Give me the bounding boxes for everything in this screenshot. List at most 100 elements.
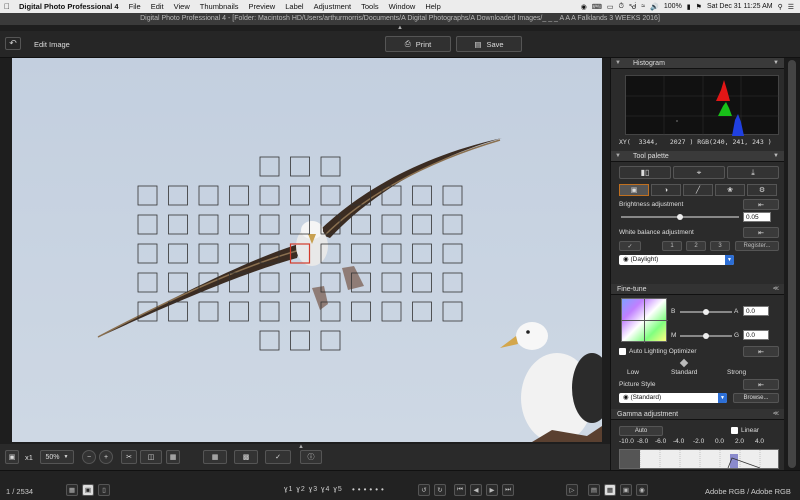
wb-preset-3[interactable]: 3 [710, 241, 730, 251]
picture-style-select[interactable]: ◉ (Standard) ▼ [619, 393, 727, 403]
brightness-slider-thumb[interactable] [677, 214, 683, 220]
color-label-dots[interactable]: •••••• [352, 485, 387, 494]
camera-button[interactable]: ◉ [636, 484, 648, 496]
palette-layout-1-button[interactable]: ▤ [588, 484, 600, 496]
battery-percent[interactable]: 100% [664, 3, 682, 10]
battery-icon[interactable]: ▮ [687, 3, 691, 11]
spotlight-icon[interactable]: ⚲ [778, 3, 783, 11]
alo-reset-button[interactable]: ⇤ [743, 346, 779, 357]
menu-adjustment[interactable]: Adjustment [309, 2, 357, 11]
print-button[interactable]: ⎙ Print [385, 36, 451, 52]
first-image-button[interactable]: ⏮ [454, 484, 466, 496]
zoom-out-button[interactable]: − [82, 450, 96, 464]
white-balance-select[interactable]: ◉ (Daylight) ▼ [619, 255, 734, 265]
fine-tune-header[interactable]: Fine-tune ≪ [611, 284, 785, 295]
time-machine-icon[interactable]: ⏱ [619, 3, 624, 11]
picture-style-reset-button[interactable]: ⇤ [743, 379, 779, 390]
a-value[interactable]: 0.0 [743, 306, 769, 316]
gamma-graph[interactable] [619, 449, 779, 469]
grid-overlay-button[interactable]: ▦ [203, 450, 227, 464]
eyedropper-button[interactable]: ✓ [619, 241, 641, 251]
menu-thumbnails[interactable]: Thumbnails [195, 2, 244, 11]
mg-slider-thumb[interactable] [703, 333, 709, 339]
ba-slider-thumb[interactable] [703, 309, 709, 315]
white-balance-reset-button[interactable]: ⇤ [743, 227, 779, 238]
back-button[interactable]: ↶ [5, 37, 21, 50]
menu-preview[interactable]: Preview [244, 2, 281, 11]
crop-tool-button[interactable]: ✂ [121, 450, 137, 464]
zoom-in-button[interactable]: + [99, 450, 113, 464]
notification-center-icon[interactable]: ☰ [788, 3, 794, 11]
wb-preset-2[interactable]: 2 [686, 241, 706, 251]
bluetooth-icon[interactable]: ᖂ [629, 3, 636, 11]
menu-app-name[interactable]: Digital Photo Professional 4 [14, 2, 124, 11]
menu-file[interactable]: File [124, 2, 146, 11]
menu-window[interactable]: Window [384, 2, 421, 11]
zoom-x1-button[interactable]: x1 [25, 453, 33, 462]
export-tab[interactable]: ⤓ [727, 166, 779, 179]
next-image-button[interactable]: ▶ [486, 484, 498, 496]
save-button[interactable]: ▤ Save [456, 36, 522, 52]
tool-palette-header[interactable]: ▼ Tool palette ▼ [611, 151, 785, 162]
collapse-icon[interactable]: ≪ [773, 284, 779, 295]
rotate-left-button[interactable]: ↺ [418, 484, 430, 496]
wifi-icon[interactable]: ≈ [641, 3, 645, 10]
apple-icon[interactable]:  [0, 2, 14, 11]
menu-help[interactable]: Help [420, 2, 445, 11]
wb-register-button[interactable]: Register... [735, 241, 779, 251]
last-image-button[interactable]: ⏭ [502, 484, 514, 496]
compare-view-button[interactable]: ◫ [140, 450, 162, 464]
view-single-button[interactable]: ▣ [82, 484, 94, 496]
brightness-value[interactable]: 0.05 [743, 212, 771, 222]
zoom-select[interactable]: 50% ▼ [40, 450, 74, 464]
expand-filmstrip-icon[interactable]: ▲ [298, 444, 304, 450]
view-filmstrip-button[interactable]: ▯ [98, 484, 110, 496]
tab-settings[interactable]: ⚙ [747, 184, 777, 196]
histogram-header[interactable]: ▼ Histogram ▼ [611, 58, 785, 69]
panel-scrollbar[interactable] [784, 58, 800, 470]
check-mark-button[interactable]: ✓ [265, 450, 291, 464]
collapse-icon[interactable]: ≪ [773, 409, 779, 420]
info-button[interactable]: ⓘ [300, 450, 322, 464]
picture-style-browse-button[interactable]: Browse... [733, 393, 779, 403]
fit-screen-button[interactable]: ▣ [5, 450, 19, 464]
palette-layout-2-button[interactable]: ▦ [604, 484, 616, 496]
gamma-header[interactable]: Gamma adjustment ≪ [611, 409, 785, 420]
scrollbar-thumb[interactable] [788, 60, 796, 468]
tab-tone[interactable]: ◑ [651, 184, 681, 196]
tab-basic[interactable]: ▣ [619, 184, 649, 196]
menu-edit[interactable]: Edit [146, 2, 169, 11]
creative-cloud-icon[interactable]: ◉ [581, 3, 587, 11]
brightness-reset-button[interactable]: ⇤ [743, 199, 779, 210]
menu-label[interactable]: Label [280, 2, 308, 11]
rotate-right-button[interactable]: ↻ [434, 484, 446, 496]
basic-adjustment-tab[interactable]: ▮▯ [619, 166, 671, 179]
volume-icon[interactable]: 🔊 [650, 3, 659, 11]
gamma-auto-button[interactable]: Auto [619, 426, 663, 436]
crop-tab[interactable]: ⌖ [673, 166, 725, 179]
airplay-icon[interactable]: ▭ [607, 3, 614, 11]
keyboard-icon[interactable]: ⌨ [592, 3, 602, 11]
menu-view[interactable]: View [169, 2, 195, 11]
flag-icon[interactable]: ⚑ [696, 3, 702, 11]
g-value[interactable]: 0.0 [743, 330, 769, 340]
highlight-warning-button[interactable]: ▦ [166, 450, 180, 464]
panel-menu-icon[interactable]: ▼ [773, 151, 779, 162]
slideshow-button[interactable]: ▷ [566, 484, 578, 496]
previous-image-button[interactable]: ◀ [470, 484, 482, 496]
clock[interactable]: Sat Dec 31 11:25 AM [707, 3, 773, 10]
color-wheel-grid[interactable] [621, 298, 668, 343]
tab-curve[interactable]: ╱ [683, 184, 713, 196]
panel-menu-icon[interactable]: ▼ [773, 58, 779, 69]
alo-checkbox[interactable] [619, 348, 626, 355]
tab-color[interactable]: ❀ [715, 184, 745, 196]
alo-level-marker[interactable] [679, 358, 689, 368]
linear-checkbox[interactable] [731, 427, 738, 434]
thumbnail-small-button[interactable]: ▦ [66, 484, 78, 496]
image-viewer[interactable] [12, 58, 602, 442]
palette-layout-3-button[interactable]: ▣ [620, 484, 632, 496]
menu-tools[interactable]: Tools [356, 2, 384, 11]
af-point-display-button[interactable]: ▩ [234, 450, 258, 464]
rating-buttons[interactable]: ɣ1 ɣ2 ɣ3 ɣ4 ɣ5 [284, 486, 343, 493]
wb-preset-1[interactable]: 1 [662, 241, 682, 251]
